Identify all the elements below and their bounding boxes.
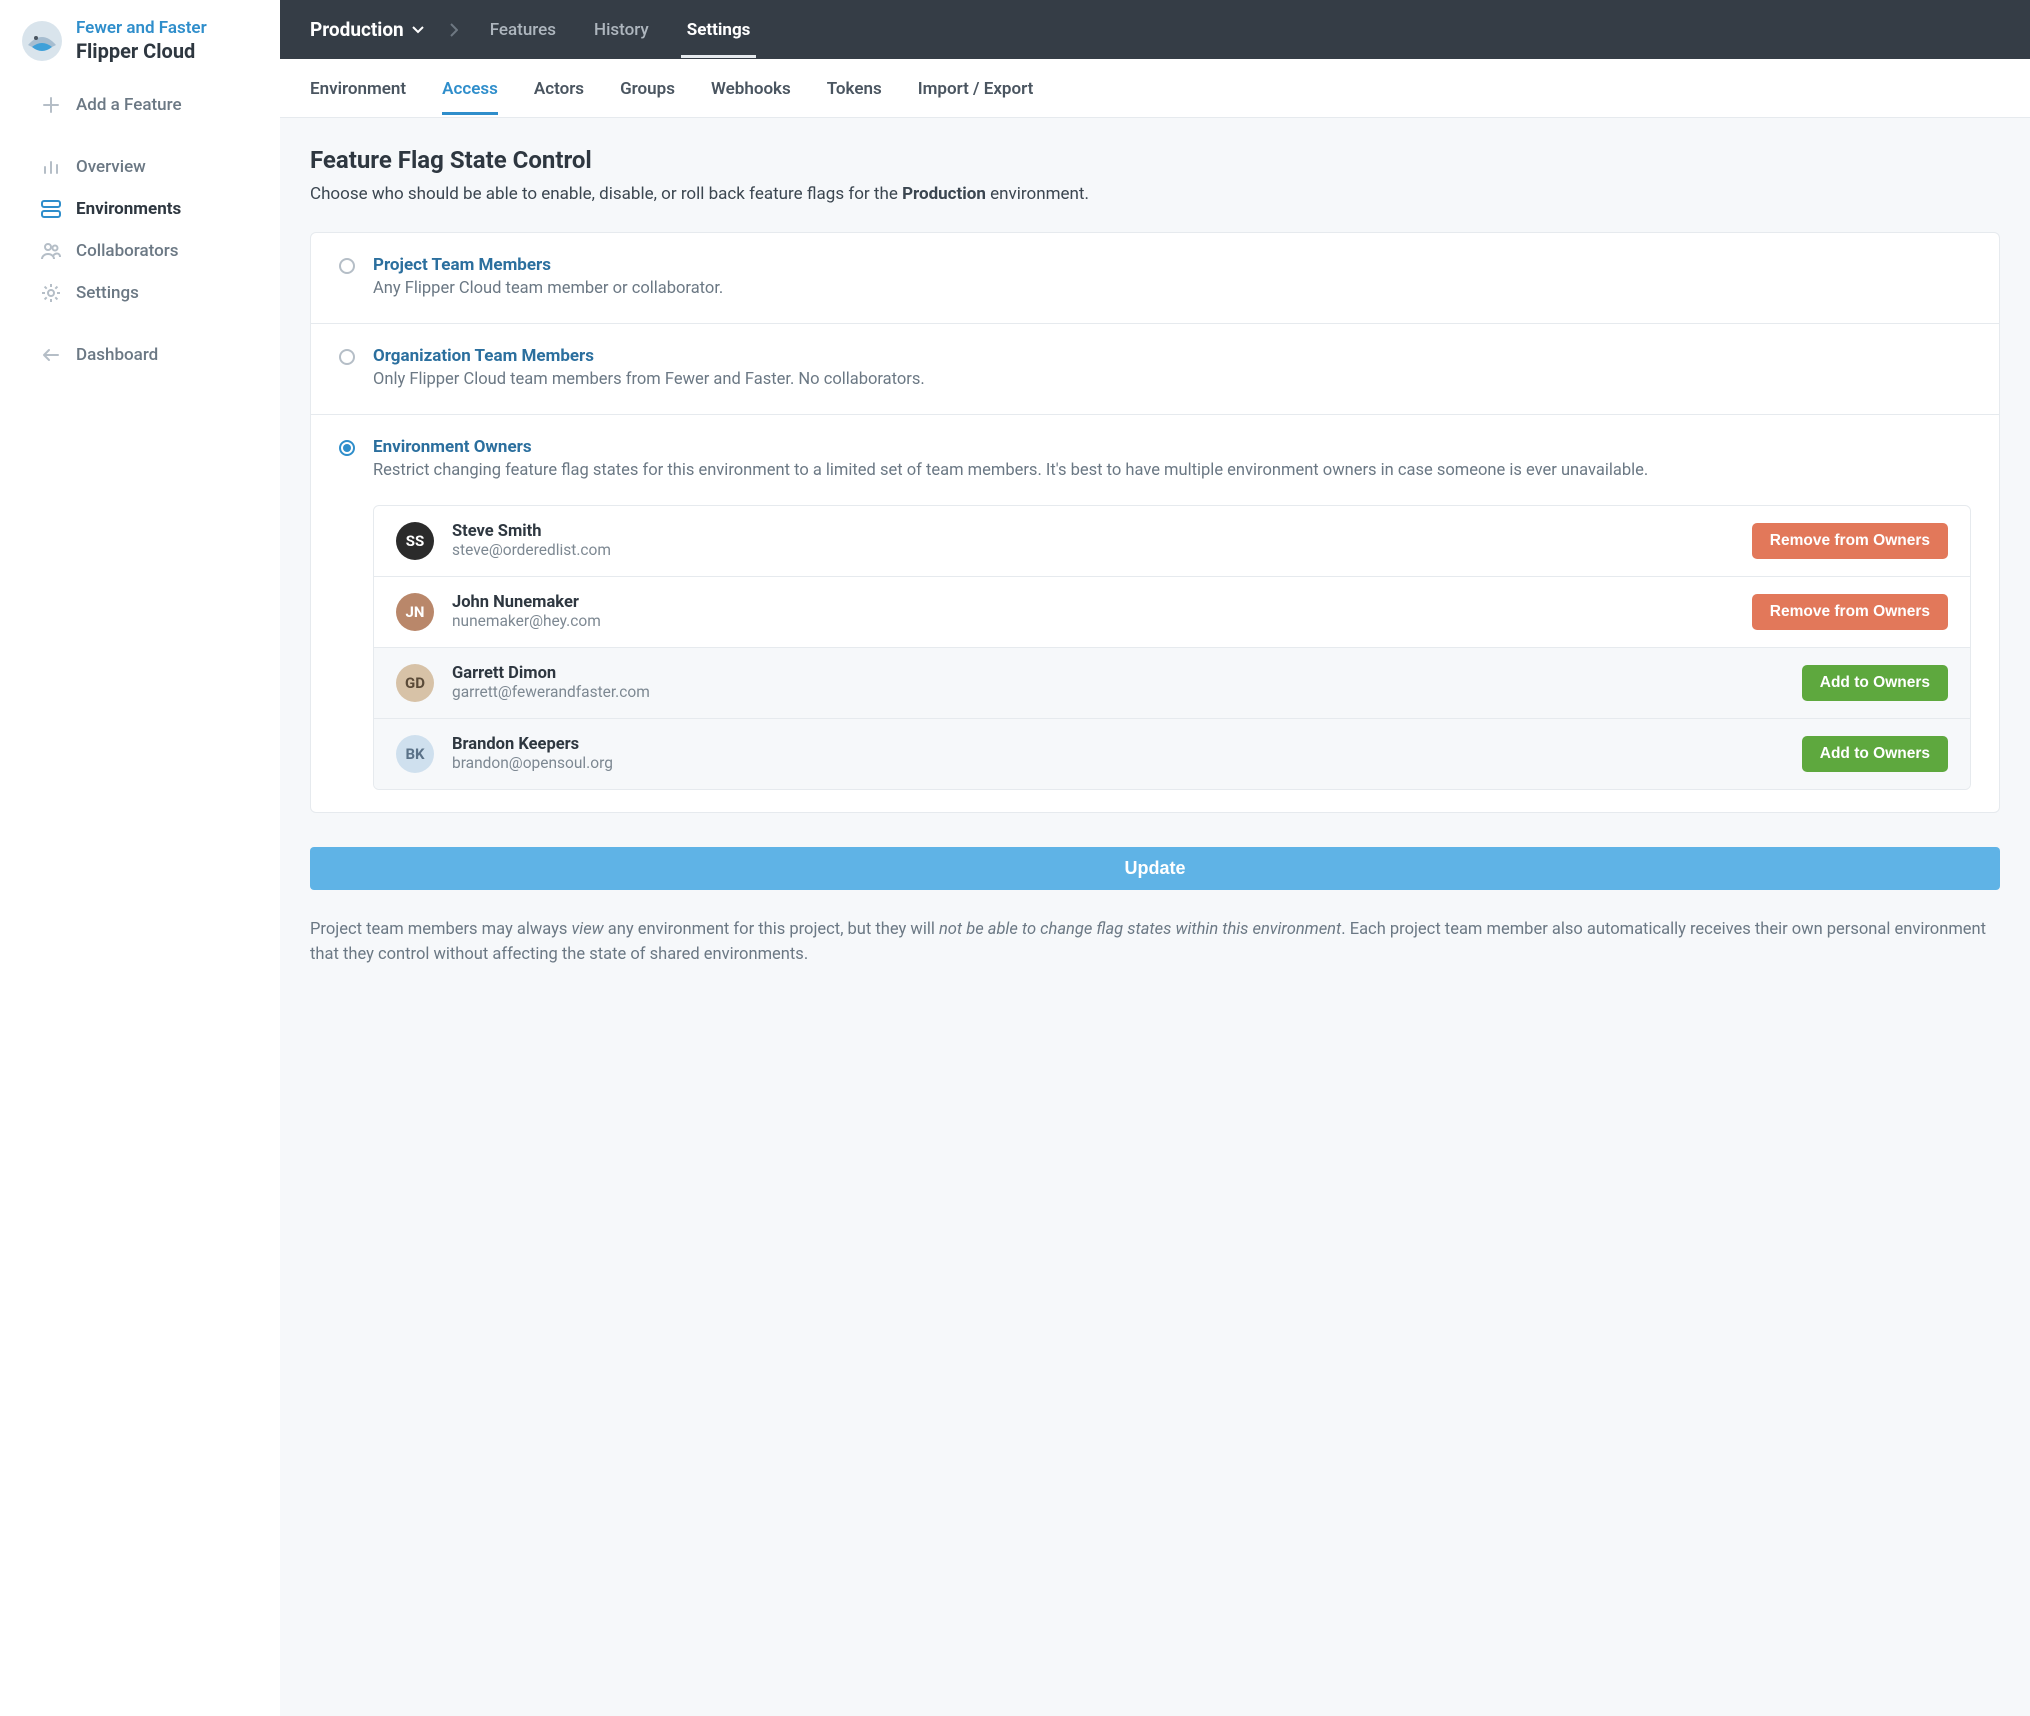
environment-selector[interactable]: Production xyxy=(310,18,424,41)
radio-icon[interactable] xyxy=(339,440,355,456)
owners-list: SS Steve Smithsteve@orderedlist.com Remove… xyxy=(373,505,1971,790)
brand-org: Fewer and Faster xyxy=(76,18,207,39)
add-owner-button[interactable]: Add to Owners xyxy=(1802,736,1948,772)
owner-row: SS Steve Smithsteve@orderedlist.com Remove… xyxy=(374,506,1970,577)
add-owner-button[interactable]: Add to Owners xyxy=(1802,665,1948,701)
owner-row: GD Garrett Dimongarrett@fewerandfaster.co… xyxy=(374,648,1970,719)
topnav-history[interactable]: History xyxy=(588,2,655,58)
subtab-webhooks[interactable]: Webhooks xyxy=(711,61,791,115)
access-options-card: Project Team Members Any Flipper Cloud t… xyxy=(310,232,2000,813)
option-title: Organization Team Members xyxy=(373,346,1971,366)
sidebar-item-label: Add a Feature xyxy=(76,95,182,115)
owner-name: Brandon Keepers xyxy=(452,735,1784,754)
option-environment-owners[interactable]: Environment Owners Restrict changing fea… xyxy=(311,415,1999,812)
page-title: Feature Flag State Control xyxy=(310,146,2000,174)
option-desc: Only Flipper Cloud team members from Few… xyxy=(373,368,1971,392)
subtab-access[interactable]: Access xyxy=(442,61,498,115)
subtab-environment[interactable]: Environment xyxy=(310,61,406,115)
users-icon xyxy=(40,240,62,262)
owner-info: Steve Smithsteve@orderedlist.com xyxy=(452,522,1734,559)
owner-info: John Nunemakernunemaker@hey.com xyxy=(452,593,1734,630)
content: Feature Flag State Control Choose who sh… xyxy=(280,118,2030,1716)
avatar: SS xyxy=(396,522,434,560)
sidebar-item-overview[interactable]: Overview xyxy=(0,146,280,188)
sidebar-item-label: Environments xyxy=(76,199,181,219)
sidebar-item-settings[interactable]: Settings xyxy=(0,272,280,314)
arrow-left-icon xyxy=(40,344,62,366)
footnote: Project team members may always view any… xyxy=(310,918,2000,968)
subtab-tokens[interactable]: Tokens xyxy=(827,61,882,115)
sidebar-item-label: Collaborators xyxy=(76,241,179,261)
owner-name: Steve Smith xyxy=(452,522,1734,541)
subtab-import-export[interactable]: Import / Export xyxy=(918,61,1034,115)
brand-block[interactable]: Fewer and Faster Flipper Cloud xyxy=(0,18,280,84)
sidebar-item-label: Settings xyxy=(76,283,139,303)
owner-row: JN John Nunemakernunemaker@hey.com Remove … xyxy=(374,577,1970,648)
page-description: Choose who should be able to enable, dis… xyxy=(310,184,2000,204)
owner-email: garrett@fewerandfaster.com xyxy=(452,683,1784,701)
topbar: Production Features History Settings xyxy=(280,0,2030,59)
subtabs: Environment Access Actors Groups Webhook… xyxy=(280,59,2030,118)
chevron-right-icon xyxy=(450,23,458,37)
owner-email: nunemaker@hey.com xyxy=(452,612,1734,630)
owner-name: Garrett Dimon xyxy=(452,664,1784,683)
avatar: JN xyxy=(396,593,434,631)
gear-icon xyxy=(40,282,62,304)
option-org-members[interactable]: Organization Team Members Only Flipper C… xyxy=(311,324,1999,415)
remove-owner-button[interactable]: Remove from Owners xyxy=(1752,594,1948,630)
owner-info: Garrett Dimongarrett@fewerandfaster.com xyxy=(452,664,1784,701)
sidebar-item-add-feature[interactable]: Add a Feature xyxy=(0,84,280,126)
owner-email: brandon@opensoul.org xyxy=(452,754,1784,772)
environments-icon xyxy=(40,198,62,220)
caret-down-icon xyxy=(412,26,424,34)
brand-product: Flipper Cloud xyxy=(76,39,207,64)
remove-owner-button[interactable]: Remove from Owners xyxy=(1752,523,1948,559)
option-title: Project Team Members xyxy=(373,255,1971,275)
owner-name: John Nunemaker xyxy=(452,593,1734,612)
subtab-groups[interactable]: Groups xyxy=(620,61,675,115)
bar-chart-icon xyxy=(40,156,62,178)
sidebar-item-label: Dashboard xyxy=(76,345,158,365)
option-project-members[interactable]: Project Team Members Any Flipper Cloud t… xyxy=(311,233,1999,324)
avatar: BK xyxy=(396,735,434,773)
sidebar-item-environments[interactable]: Environments xyxy=(0,188,280,230)
environment-name: Production xyxy=(310,18,404,41)
sidebar-item-dashboard[interactable]: Dashboard xyxy=(0,334,280,376)
avatar: GD xyxy=(396,664,434,702)
subtab-actors[interactable]: Actors xyxy=(534,61,584,115)
option-desc: Restrict changing feature flag states fo… xyxy=(373,459,1971,483)
plus-icon xyxy=(40,94,62,116)
sidebar: Fewer and Faster Flipper Cloud Add a Fea… xyxy=(0,0,280,1716)
topnav-settings[interactable]: Settings xyxy=(681,2,757,58)
update-button[interactable]: Update xyxy=(310,847,2000,890)
owner-email: steve@orderedlist.com xyxy=(452,541,1734,559)
flipper-logo-icon xyxy=(20,19,64,63)
owner-info: Brandon Keepersbrandon@opensoul.org xyxy=(452,735,1784,772)
topnav-features[interactable]: Features xyxy=(484,2,562,58)
option-desc: Any Flipper Cloud team member or collabo… xyxy=(373,277,1971,301)
owner-row: BK Brandon Keepersbrandon@opensoul.org Add… xyxy=(374,719,1970,789)
radio-icon[interactable] xyxy=(339,349,355,365)
option-title: Environment Owners xyxy=(373,437,1971,457)
radio-icon[interactable] xyxy=(339,258,355,274)
sidebar-item-label: Overview xyxy=(76,157,146,177)
sidebar-item-collaborators[interactable]: Collaborators xyxy=(0,230,280,272)
